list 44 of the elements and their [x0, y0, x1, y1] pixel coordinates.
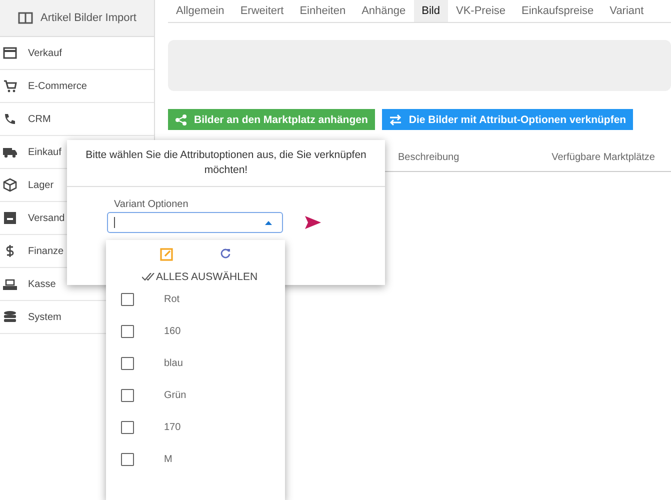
box-icon: [3, 178, 17, 192]
db-icon: [3, 310, 17, 324]
column-header: Verfügbare Marktplätze: [552, 152, 655, 162]
column-header: Beschreibung: [398, 152, 460, 162]
tab[interactable]: Variant: [602, 0, 652, 22]
swap-icon: [388, 114, 402, 126]
tab[interactable]: Einkaufspreise: [514, 0, 602, 22]
field-label: Variant Optionen: [114, 199, 190, 210]
checkbox[interactable]: [121, 356, 134, 370]
option-item[interactable]: blau: [106, 347, 285, 379]
cart-icon: [3, 79, 17, 93]
card-icon: [3, 46, 17, 60]
checkbox[interactable]: [121, 292, 134, 306]
share-icon: [175, 114, 187, 126]
dialog-message: Bitte wählen Sie die Attributoptionen aus, die Sie verknüpfen möchten!: [67, 140, 385, 188]
send-icon[interactable]: [305, 216, 321, 230]
truck-icon: [3, 145, 17, 159]
checkbox[interactable]: [121, 452, 134, 466]
option-item[interactable]: Grün: [106, 379, 285, 411]
double-check-icon: [142, 273, 155, 281]
checkbox[interactable]: [121, 324, 134, 338]
phone-icon: [3, 112, 17, 126]
tab[interactable]: Anhänge: [354, 0, 414, 22]
archive-icon: [3, 211, 17, 225]
sidebar-title: Artikel Bilder Import: [40, 12, 136, 24]
select-field[interactable]: [107, 212, 283, 234]
sidebar-item[interactable]: E-Commerce: [0, 70, 154, 103]
tab[interactable]: Bild: [414, 0, 448, 22]
option-item[interactable]: 170: [106, 411, 285, 443]
register-icon: [3, 277, 17, 291]
tab[interactable]: Einheiten: [292, 0, 354, 22]
sidebar-item[interactable]: CRM: [0, 103, 154, 136]
action-button[interactable]: Die Bilder mit Attribut-Optionen verknüpfen: [382, 109, 634, 130]
sidebar-item[interactable]: Verkauf: [0, 37, 154, 70]
tab[interactable]: Allgemein: [168, 0, 232, 22]
panel-icon: [18, 12, 32, 24]
checkbox[interactable]: [121, 388, 134, 402]
tab[interactable]: Erweitert: [232, 0, 292, 22]
select-all-button[interactable]: ALLES AUSWÄHLEN: [140, 271, 260, 283]
caret-icon: [265, 220, 272, 225]
option-item[interactable]: M: [106, 443, 285, 475]
tab[interactable]: VK-Preise: [448, 0, 514, 22]
refresh-icon[interactable]: [220, 248, 232, 259]
checkbox[interactable]: [121, 420, 134, 434]
